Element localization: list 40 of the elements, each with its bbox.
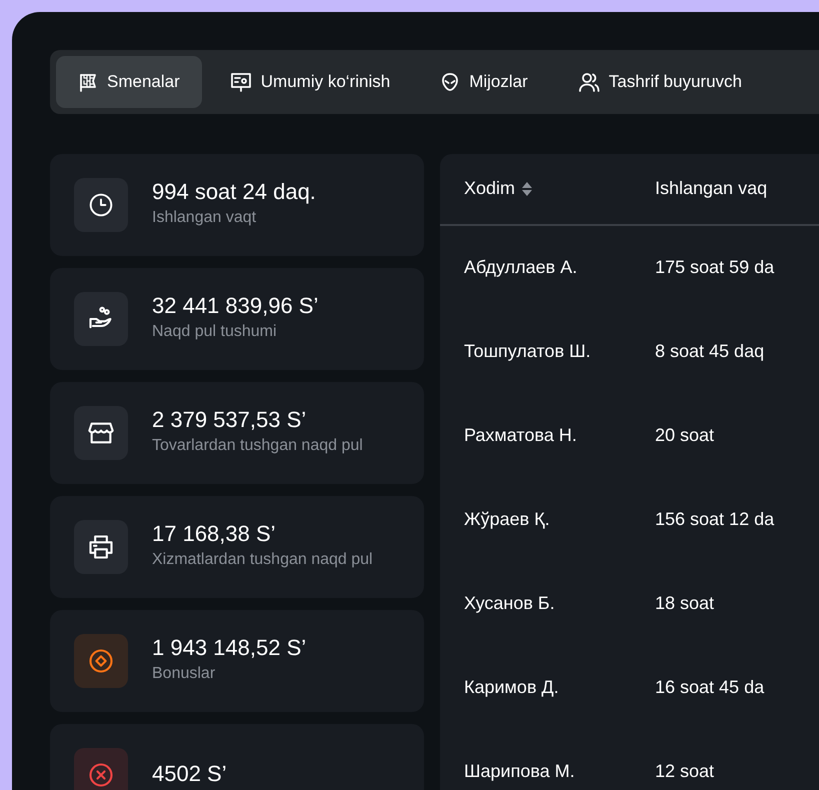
table-cell-text: Каримов Д. (464, 676, 559, 699)
users-icon (578, 70, 600, 93)
stat-value: 17 168,38 S’ (152, 521, 277, 548)
stat-label: Bonuslar (152, 664, 216, 684)
table-cell-text: Абдуллаев А. (464, 256, 578, 279)
cross-circle-icon (87, 760, 115, 788)
stat-value: 1 943 148,52 S’ (152, 635, 306, 662)
table-cell: 156 soat 12 da (655, 509, 774, 529)
table-cell-text: Шарипова М. (464, 760, 575, 783)
table-cell: 16 soat 45 da (655, 677, 764, 697)
checkered-flag-icon (78, 72, 98, 92)
table-cell-text: Жўраев Қ. (464, 508, 550, 531)
presentation-board-icon (230, 72, 252, 92)
stat-label: Naqd pul tushumi (152, 322, 278, 342)
stat-value: 32 441 839,96 S’ (152, 293, 318, 320)
alien-head-icon (440, 72, 460, 92)
tab[interactable]: Mijozlar (418, 56, 550, 108)
sort-icon[interactable] (521, 180, 534, 198)
table-cell-text: Хусанов Б. (464, 592, 555, 615)
clock-icon (88, 192, 114, 218)
table-cell-text: Тошпулатов Ш. (464, 340, 591, 363)
tab[interactable]: Umumiy ko‘rinish (208, 56, 412, 108)
table-cell: 20 soat (655, 425, 714, 445)
stat-value: 2 379 537,53 S’ (152, 407, 308, 434)
stat-value: 4502 S’ (152, 761, 227, 788)
column-header: Xodim (464, 177, 516, 200)
coin-icon (87, 646, 115, 674)
stat-label: Ishlangan vaqt (152, 208, 258, 228)
tab[interactable]: Tashrif buyuruvch (556, 56, 764, 108)
table-cell: 175 soat 59 da (655, 257, 774, 277)
table-cell-text: Рахматова Н. (464, 424, 577, 447)
table-cell: 8 soat 45 daq (655, 341, 764, 361)
stat-label: Xizmatlardan tushgan naqd pul (152, 550, 373, 570)
printer-icon (87, 532, 115, 560)
column-header: Ishlangan vaq (655, 178, 768, 198)
stat-label: Tovarlardan tushgan naqd pul (152, 436, 363, 456)
tab[interactable]: Smenalar (56, 56, 202, 108)
table-cell: 18 soat (655, 593, 714, 613)
stat-value: 994 soat 24 daq. (152, 179, 316, 206)
table-cell: 12 soat (655, 761, 714, 781)
